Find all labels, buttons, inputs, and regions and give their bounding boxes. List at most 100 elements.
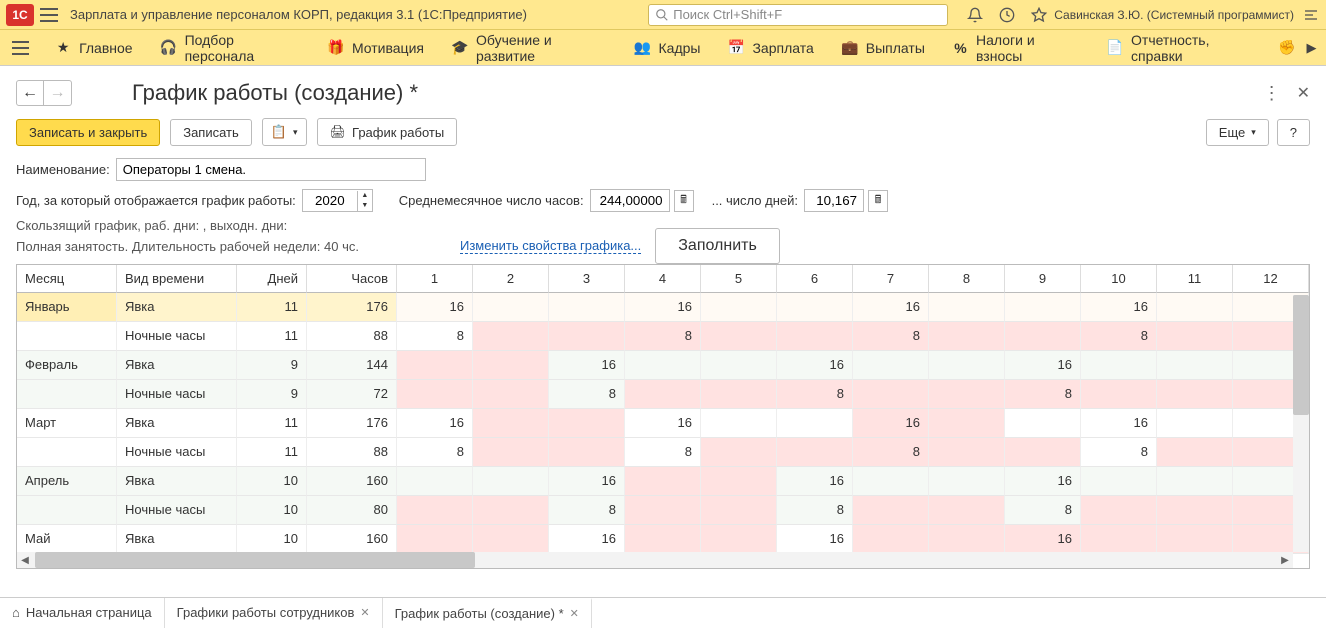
- table-cell[interactable]: 80: [307, 496, 397, 525]
- table-cell[interactable]: 72: [307, 380, 397, 409]
- tab-schedules[interactable]: Графики работы сотрудников ✕: [165, 598, 383, 628]
- menu-payments[interactable]: 💼Выплаты: [828, 30, 939, 66]
- table-cell[interactable]: 11: [1157, 265, 1233, 293]
- table-cell[interactable]: Ночные часы: [117, 438, 237, 467]
- table-cell[interactable]: 11: [237, 438, 307, 467]
- table-cell[interactable]: 16: [853, 293, 929, 322]
- table-cell[interactable]: 5: [701, 265, 777, 293]
- table-cell[interactable]: 10: [1081, 265, 1157, 293]
- help-button[interactable]: ?: [1277, 119, 1310, 146]
- table-cell[interactable]: [1005, 438, 1081, 467]
- table-cell[interactable]: 1: [397, 265, 473, 293]
- menu-training[interactable]: 🎓Обучение и развитие: [438, 30, 621, 66]
- table-cell[interactable]: [1157, 322, 1233, 351]
- table-cell[interactable]: [397, 525, 473, 554]
- table-cell[interactable]: 3: [549, 265, 625, 293]
- table-cell[interactable]: 4: [625, 265, 701, 293]
- table-cell[interactable]: [701, 409, 777, 438]
- table-cell[interactable]: [929, 525, 1005, 554]
- table-cell[interactable]: 12: [1233, 265, 1309, 293]
- table-cell[interactable]: [929, 322, 1005, 351]
- tab-close-icon[interactable]: ✕: [360, 606, 369, 619]
- kebab-menu-icon[interactable]: ⋮: [1263, 83, 1281, 104]
- close-icon[interactable]: ✕: [1297, 83, 1310, 103]
- table-cell[interactable]: [1081, 380, 1157, 409]
- table-cell[interactable]: 8: [1081, 322, 1157, 351]
- table-cell[interactable]: 16: [853, 409, 929, 438]
- table-cell[interactable]: [1081, 496, 1157, 525]
- scrollbar-thumb[interactable]: [35, 552, 475, 568]
- table-cell[interactable]: [853, 351, 929, 380]
- table-cell[interactable]: [1157, 293, 1233, 322]
- tab-home[interactable]: ⌂ Начальная страница: [0, 598, 165, 628]
- table-cell[interactable]: 8: [929, 265, 1005, 293]
- table-cell[interactable]: [397, 380, 473, 409]
- name-input[interactable]: [116, 158, 426, 181]
- table-cell[interactable]: 8: [397, 438, 473, 467]
- star-icon[interactable]: [1030, 6, 1048, 24]
- year-up[interactable]: ▲: [358, 191, 372, 201]
- table-cell[interactable]: [1005, 409, 1081, 438]
- table-cell[interactable]: 176: [307, 293, 397, 322]
- table-cell[interactable]: 8: [549, 496, 625, 525]
- table-cell[interactable]: 9: [237, 351, 307, 380]
- table-cell[interactable]: [701, 438, 777, 467]
- table-cell[interactable]: 16: [397, 293, 473, 322]
- menu-scroll-right[interactable]: ▶: [1303, 39, 1320, 57]
- table-cell[interactable]: [701, 380, 777, 409]
- panel-toggle-icon[interactable]: [1302, 6, 1320, 24]
- table-cell[interactable]: [625, 380, 701, 409]
- change-properties-link[interactable]: Изменить свойства графика...: [460, 238, 641, 254]
- table-cell[interactable]: [473, 467, 549, 496]
- menu-hr[interactable]: 👥Кадры: [621, 30, 715, 66]
- table-cell[interactable]: [929, 496, 1005, 525]
- table-cell[interactable]: [397, 496, 473, 525]
- hamburger-icon[interactable]: [40, 8, 58, 22]
- table-cell[interactable]: Вид времени: [117, 265, 237, 293]
- table-cell[interactable]: 16: [1081, 409, 1157, 438]
- table-cell[interactable]: [397, 467, 473, 496]
- table-cell[interactable]: 16: [625, 409, 701, 438]
- table-cell[interactable]: [473, 322, 549, 351]
- table-cell[interactable]: 88: [307, 438, 397, 467]
- table-cell[interactable]: [853, 467, 929, 496]
- table-cell[interactable]: [853, 525, 929, 554]
- table-cell[interactable]: Февраль: [17, 351, 117, 380]
- save-button[interactable]: Записать: [170, 119, 252, 146]
- year-input[interactable]: [303, 190, 357, 211]
- table-cell[interactable]: Явка: [117, 351, 237, 380]
- table-cell[interactable]: 8: [397, 322, 473, 351]
- table-cell[interactable]: [777, 438, 853, 467]
- table-cell[interactable]: [549, 293, 625, 322]
- save-close-button[interactable]: Записать и закрыть: [16, 119, 160, 146]
- tab-current[interactable]: График работы (создание) * ✕: [383, 598, 592, 628]
- year-down[interactable]: ▼: [358, 201, 372, 211]
- table-cell[interactable]: Ночные часы: [117, 496, 237, 525]
- bell-icon[interactable]: [966, 6, 984, 24]
- search-input[interactable]: Поиск Ctrl+Shift+F: [648, 4, 948, 26]
- table-cell[interactable]: [473, 525, 549, 554]
- table-cell[interactable]: 6: [777, 265, 853, 293]
- table-cell[interactable]: Месяц: [17, 265, 117, 293]
- table-cell[interactable]: 11: [237, 322, 307, 351]
- scroll-right-arrow[interactable]: ▶: [1277, 552, 1293, 568]
- table-cell[interactable]: [17, 322, 117, 351]
- table-cell[interactable]: [777, 293, 853, 322]
- table-cell[interactable]: [1157, 525, 1233, 554]
- table-cell[interactable]: [1157, 351, 1233, 380]
- table-cell[interactable]: 16: [777, 467, 853, 496]
- table-cell[interactable]: [625, 467, 701, 496]
- table-cell[interactable]: [1081, 467, 1157, 496]
- schedule-table[interactable]: МесяцВид времениДнейЧасов123456789101112…: [16, 264, 1310, 569]
- table-cell[interactable]: 8: [853, 438, 929, 467]
- table-cell[interactable]: [1157, 380, 1233, 409]
- horizontal-scrollbar[interactable]: ◀ ▶: [17, 552, 1293, 568]
- table-cell[interactable]: Явка: [117, 293, 237, 322]
- table-cell[interactable]: 16: [777, 351, 853, 380]
- table-cell[interactable]: Явка: [117, 467, 237, 496]
- table-cell[interactable]: [929, 293, 1005, 322]
- table-cell[interactable]: [625, 525, 701, 554]
- table-cell[interactable]: 88: [307, 322, 397, 351]
- table-cell[interactable]: [397, 351, 473, 380]
- table-cell[interactable]: 16: [549, 467, 625, 496]
